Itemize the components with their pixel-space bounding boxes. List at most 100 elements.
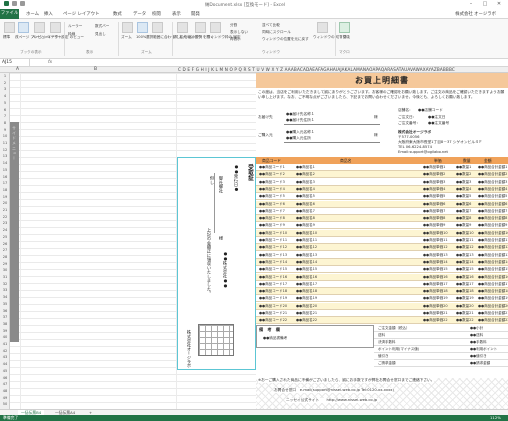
row-header[interactable]: 12 (0, 148, 10, 152)
fx-icon[interactable]: fx (48, 59, 52, 66)
normal-view-button[interactable] (4, 22, 15, 33)
row-header[interactable]: 29 (0, 262, 10, 266)
row-header[interactable]: 5 (0, 101, 10, 105)
tab-formulas[interactable]: 数式 (113, 11, 122, 17)
row-header[interactable]: 50 (0, 402, 10, 406)
table-cell: ●●数量2 (456, 172, 472, 177)
table-cell: ●●商品コード13 (259, 252, 288, 257)
name-box[interactable]: AJ15 (0, 59, 30, 66)
row-header[interactable]: 39 (0, 329, 10, 333)
row-header[interactable]: 45 (0, 369, 10, 373)
row-header[interactable]: 20 (0, 201, 10, 205)
row-header[interactable]: 41 (0, 342, 10, 346)
tab-review[interactable]: 校閲 (152, 11, 161, 17)
row-header[interactable]: 44 (0, 362, 10, 366)
hide-button[interactable]: 表示しない (230, 30, 248, 35)
unhide-button[interactable]: 再表示 (230, 37, 241, 42)
switch-windows-button[interactable] (317, 22, 328, 33)
row-header[interactable]: 28 (0, 255, 10, 259)
row-header[interactable]: 37 (0, 315, 10, 319)
close-button[interactable]: ✕ (494, 1, 504, 8)
formula-bar-checkbox[interactable]: 数式バー (95, 24, 109, 29)
row-header[interactable]: 49 (0, 396, 10, 400)
row-header[interactable]: 33 (0, 288, 10, 292)
custom-views-button[interactable] (50, 22, 61, 33)
minimize-button[interactable]: – (466, 1, 476, 8)
row-header[interactable]: 10 (0, 134, 10, 138)
tab-view[interactable]: 表示 (172, 11, 181, 17)
row-header[interactable]: 25 (0, 235, 10, 239)
page-layout-view-button[interactable] (34, 22, 45, 33)
tab-page-layout[interactable]: ページ レイアウト (63, 11, 99, 17)
row-header[interactable]: 40 (0, 335, 10, 339)
table-header: 商品コード 商品名 単価 数量 金額 (256, 157, 508, 164)
new-window-button[interactable] (177, 22, 188, 33)
row-header[interactable]: 46 (0, 376, 10, 380)
row-header[interactable]: 27 (0, 248, 10, 252)
row-header[interactable]: 23 (0, 221, 10, 225)
row-header[interactable]: 9 (0, 128, 10, 132)
row-header[interactable]: 32 (0, 282, 10, 286)
split-button[interactable]: 分割 (230, 23, 237, 28)
row-header[interactable]: 18 (0, 188, 10, 192)
row-header[interactable]: 16 (0, 175, 10, 179)
row-header[interactable]: 48 (0, 389, 10, 393)
headings-checkbox[interactable]: 見出し (95, 32, 106, 37)
macros-button[interactable] (339, 22, 350, 33)
tab-home[interactable]: ホーム (26, 11, 39, 17)
row-header[interactable]: 36 (0, 309, 10, 313)
ruler-checkbox[interactable]: ルーラー (68, 24, 82, 29)
row-header[interactable]: 8 (0, 121, 10, 125)
zoom-100-button[interactable] (137, 22, 148, 33)
zoom-button[interactable] (122, 22, 133, 33)
row-header[interactable]: 43 (0, 355, 10, 359)
view-side-by-side-button[interactable]: 並べて比較 (262, 23, 280, 28)
row-header[interactable]: 3 (0, 87, 10, 91)
row-header[interactable]: 19 (0, 195, 10, 199)
zoom-to-selection-button[interactable] (152, 22, 163, 33)
tab-insert[interactable]: 挿入 (44, 11, 53, 17)
row-header[interactable]: 11 (0, 141, 10, 145)
synchronous-scrolling-button[interactable]: 同時にスクロール (262, 30, 291, 35)
arrange-all-button[interactable] (195, 22, 206, 33)
table-cell: ●●商品合計金額11 (478, 238, 508, 242)
row-header[interactable]: 34 (0, 295, 10, 299)
row-header[interactable]: 1 (0, 74, 10, 78)
row-header[interactable]: 38 (0, 322, 10, 326)
row-header[interactable]: 21 (0, 208, 10, 212)
tab-developer[interactable]: 開発 (191, 11, 200, 17)
row-header[interactable]: 14 (0, 161, 10, 165)
row-header[interactable]: 47 (0, 382, 10, 386)
row-header[interactable]: 30 (0, 268, 10, 272)
summary-value: ●●請求金額 (470, 361, 491, 365)
row-header[interactable]: 6 (0, 108, 10, 112)
freeze-panes-button[interactable] (210, 22, 221, 33)
row-header[interactable]: 4 (0, 94, 10, 98)
row-header[interactable]: 26 (0, 242, 10, 246)
header-qty: 数量 (463, 158, 471, 163)
table-cell: ●●商品単価2 (423, 172, 446, 177)
reset-window-position-button[interactable]: ウィンドウの位置を元に戻す (262, 37, 309, 42)
zoom-level[interactable]: 112% (490, 415, 501, 421)
save-icon[interactable] (12, 1, 17, 6)
row-header[interactable]: 13 (0, 154, 10, 158)
row-header[interactable]: 42 (0, 349, 10, 353)
row-header[interactable]: 7 (0, 114, 10, 118)
row-header[interactable]: 22 (0, 215, 10, 219)
row-header[interactable]: 17 (0, 181, 10, 185)
page-break-preview-button[interactable] (18, 22, 29, 33)
summary-label: ご注文金額（税込） (378, 326, 410, 330)
tab-file[interactable]: ファイル (0, 9, 19, 19)
row-header[interactable]: 24 (0, 228, 10, 232)
row-header[interactable]: 2 (0, 81, 10, 85)
table-row: ●●商品コード10 ●●商品名10 ●●商品単価10 ●●数量10 ●●商品合計金額10 (256, 229, 508, 237)
user-name[interactable]: 株式会社 オージラボ (455, 11, 496, 17)
row-header[interactable]: 35 (0, 302, 10, 306)
gridlines-checkbox[interactable]: 枠線 (68, 32, 75, 37)
row-header[interactable]: 31 (0, 275, 10, 279)
table-cell: ●●数量11 (456, 238, 474, 242)
row-header[interactable]: 15 (0, 168, 10, 172)
maximize-button[interactable]: □ (480, 1, 490, 8)
tab-data[interactable]: データ (133, 11, 146, 17)
undo-icon[interactable] (20, 1, 25, 6)
